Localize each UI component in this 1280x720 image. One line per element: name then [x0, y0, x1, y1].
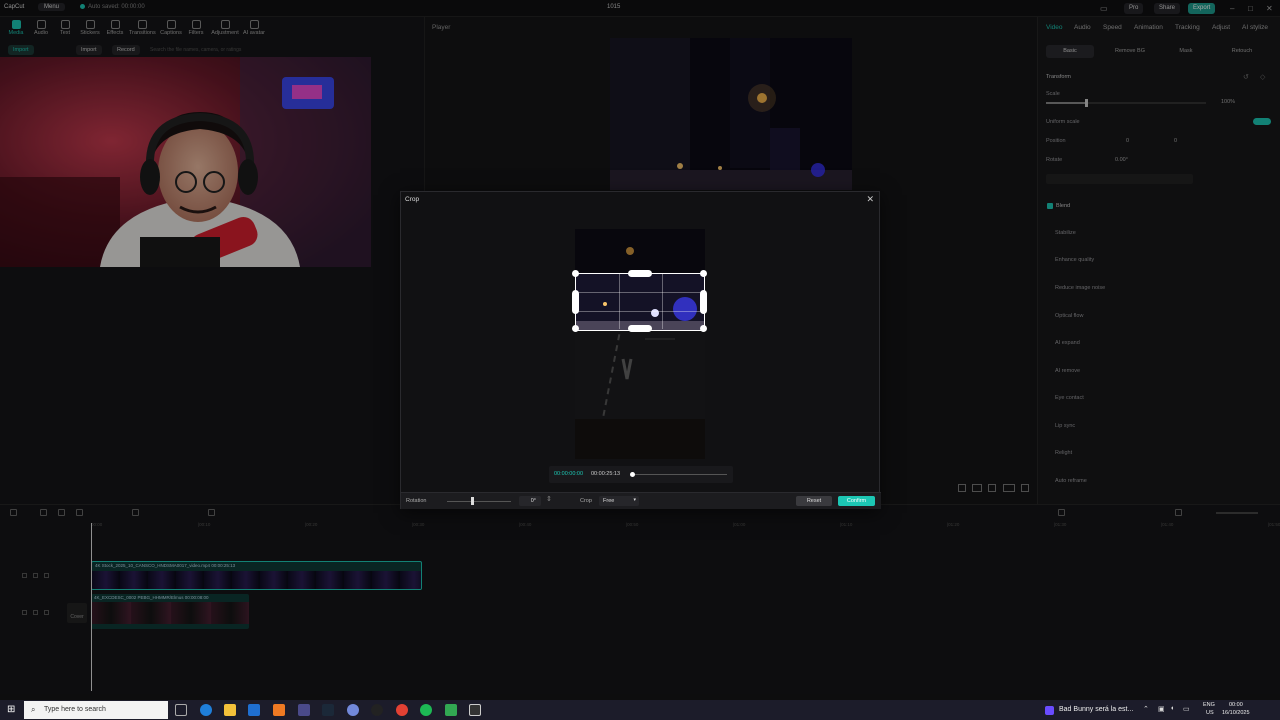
crop-handle-left[interactable]: [572, 290, 579, 314]
crop-scrubber-handle[interactable]: [630, 472, 635, 477]
crop-footer: Rotation 0° ⇕ Crop Free ▾ Reset Confirm: [401, 492, 881, 509]
battery-icon[interactable]: ▭: [1183, 705, 1190, 713]
news-ticker[interactable]: Bad Bunny será la est...: [1059, 706, 1133, 713]
crop-ratio-select[interactable]: Free ▾: [599, 496, 639, 506]
crop-selection[interactable]: [572, 270, 707, 332]
crop-scrubber[interactable]: [632, 474, 727, 475]
crop-canvas[interactable]: [575, 229, 705, 459]
confirm-button[interactable]: Confirm: [838, 496, 875, 506]
network-icon[interactable]: ▣: [1158, 705, 1165, 713]
reset-button[interactable]: Reset: [796, 496, 832, 506]
volume-icon[interactable]: ◖: [1170, 705, 1174, 712]
rotation-input[interactable]: 0°: [519, 496, 541, 506]
crop-handle-bottom-left[interactable]: [572, 325, 579, 332]
notification-icon: [1045, 706, 1054, 715]
language-secondary[interactable]: US: [1206, 710, 1214, 716]
language-primary[interactable]: ENG: [1203, 702, 1215, 708]
file-explorer-icon[interactable]: [224, 704, 236, 716]
edge-icon[interactable]: [200, 704, 212, 716]
crop-handle-bottom[interactable]: [628, 325, 652, 332]
app-icon-c[interactable]: [445, 704, 457, 716]
discord-icon[interactable]: [347, 704, 359, 716]
steam-icon[interactable]: [322, 704, 334, 716]
obs-icon[interactable]: [371, 704, 383, 716]
app-icon-b[interactable]: [298, 704, 310, 716]
crop-mask-bottom: [575, 331, 705, 459]
crop-grid-h1: [576, 292, 703, 293]
app-icon-a[interactable]: [273, 704, 285, 716]
crop-ratio-label: Crop: [580, 498, 592, 504]
rotation-stepper-icon[interactable]: ⇕: [546, 495, 552, 503]
crop-total-time: 00:00:25:13: [591, 471, 621, 477]
start-icon[interactable]: ⊞: [7, 704, 15, 715]
crop-handle-right[interactable]: [700, 290, 707, 314]
clock-time[interactable]: 00:00: [1229, 702, 1243, 708]
close-icon[interactable]: ✕: [866, 194, 874, 205]
crop-handle-top-left[interactable]: [572, 270, 579, 277]
clock-date[interactable]: 16/10/2025: [1222, 710, 1250, 716]
crop-handle-top[interactable]: [628, 270, 652, 277]
crop-mask-top: [575, 229, 705, 273]
rotation-label: Rotation: [406, 498, 427, 504]
rotation-slider-handle[interactable]: [471, 497, 474, 505]
crop-handle-top-right[interactable]: [700, 270, 707, 277]
search-icon: ⌕: [31, 705, 36, 714]
crop-current-time: 00:00:00:00: [554, 471, 584, 477]
chrome-icon[interactable]: [396, 704, 408, 716]
crop-playback: 00:00:00:00 00:00:25:13: [549, 466, 733, 483]
crop-handle-bottom-right[interactable]: [700, 325, 707, 332]
task-view-icon[interactable]: [175, 704, 187, 716]
taskbar-search[interactable]: ⌕ Type here to search: [24, 701, 168, 719]
spotify-icon[interactable]: [420, 704, 432, 716]
outlook-icon[interactable]: [248, 704, 260, 716]
crop-grid-h2: [576, 311, 703, 312]
rotation-slider[interactable]: [447, 501, 511, 502]
crop-dialog-title: Crop: [405, 196, 420, 203]
windows-taskbar: ⊞ ⌕ Type here to search Bad Bunny será l…: [0, 700, 1280, 720]
capcut-taskbar-icon[interactable]: [469, 704, 481, 716]
crop-grid-v2: [662, 274, 663, 329]
crop-dialog: Crop ✕ 00:00:00:00 00:00:25:13 Rotation …: [400, 191, 881, 509]
chevron-down-icon: ▾: [633, 497, 636, 503]
tray-chevron-icon[interactable]: ⌃: [1143, 705, 1149, 713]
crop-grid-v1: [619, 274, 620, 329]
